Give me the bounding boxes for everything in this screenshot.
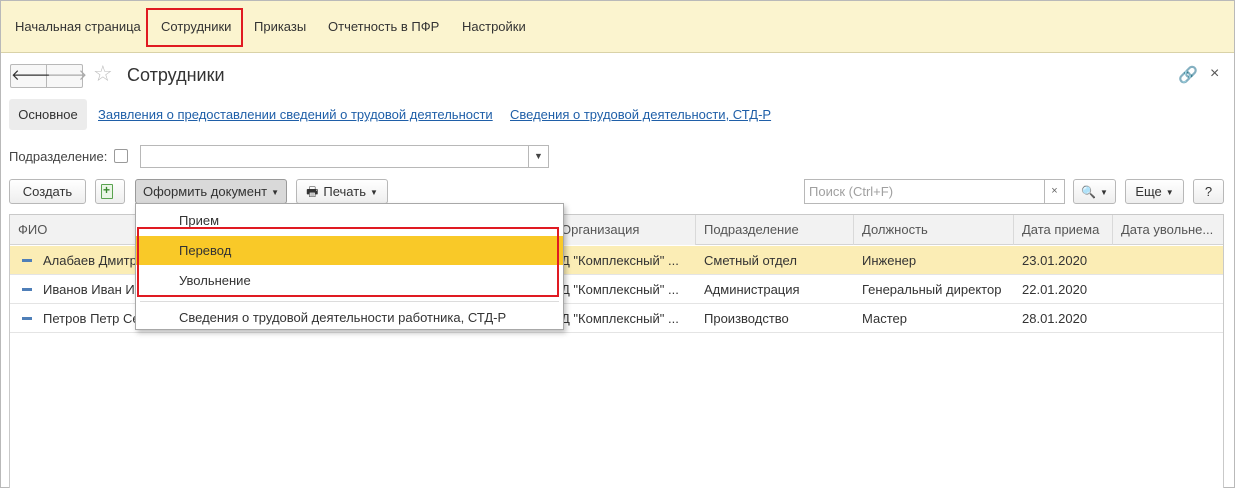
cell-position: Мастер [862, 311, 907, 326]
section-main[interactable]: Основное [9, 99, 87, 130]
department-filter-input[interactable] [140, 145, 529, 168]
cell-hire-date: 23.01.2020 [1022, 253, 1088, 268]
cell-fire-date [1113, 304, 1223, 333]
section-link-std-r[interactable]: Сведения о трудовой деятельности, СТД-Р [510, 107, 771, 122]
chevron-down-icon: ▼ [1165, 188, 1174, 197]
department-filter-checkbox[interactable] [114, 149, 128, 163]
make-document-label: Оформить документ [142, 184, 268, 199]
print-button[interactable]: 🖶 Печать ▼ [296, 179, 388, 204]
more-button[interactable]: Еще ▼ [1125, 179, 1184, 204]
cell-department: Администрация [704, 282, 800, 297]
make-document-button[interactable]: Оформить документ ▼ [135, 179, 287, 204]
cell-position: Генеральный директор [862, 282, 1002, 297]
section-link-applications[interactable]: Заявления о предоставлении сведений о тр… [98, 107, 493, 122]
chevron-down-icon: ▼ [1100, 188, 1108, 197]
menu-home[interactable]: Начальная страница [15, 19, 141, 34]
search-clear-icon[interactable]: × [1044, 179, 1065, 204]
search-input[interactable]: Поиск (Ctrl+F) [804, 179, 1045, 204]
cell-organization: Д "Комплексный" ... [561, 311, 679, 326]
column-hire-date[interactable]: Дата приема [1014, 215, 1113, 245]
menu-pfr-reports[interactable]: Отчетность в ПФР [328, 19, 439, 34]
search-icon: 🔍 [1081, 185, 1097, 199]
cell-organization: Д "Комплексный" ... [561, 253, 679, 268]
highlight-employees-tab [146, 8, 243, 47]
favorite-star-icon[interactable]: ☆ [93, 62, 113, 86]
cell-position: Инженер [862, 253, 917, 268]
close-icon[interactable]: × [1210, 65, 1219, 83]
printer-icon: 🖶 [306, 184, 319, 199]
column-fire-date[interactable]: Дата увольне... [1113, 215, 1223, 245]
highlight-transfer-dismissal [137, 227, 559, 297]
nav-buttons: 🡐 🡒 [10, 64, 87, 88]
chevron-down-icon: ▼ [271, 188, 280, 197]
menu-orders[interactable]: Приказы [254, 19, 306, 34]
department-dropdown-button[interactable]: ▼ [528, 145, 549, 168]
cell-fire-date [1113, 246, 1223, 275]
search-button[interactable]: 🔍 ▼ [1073, 179, 1116, 204]
create-button-label: Создать [22, 184, 73, 199]
forward-arrow-icon[interactable]: 🡒 [47, 65, 87, 87]
cell-department: Производство [704, 311, 789, 326]
employee-icon [22, 288, 32, 291]
menu-item-std-r[interactable]: Сведения о трудовой деятельности работни… [136, 303, 563, 332]
employee-icon [22, 259, 32, 262]
more-label: Еще [1135, 184, 1162, 199]
link-icon[interactable]: 🔗 [1178, 65, 1198, 85]
print-label: Печать [323, 184, 366, 199]
cell-hire-date: 22.01.2020 [1022, 282, 1088, 297]
help-icon: ? [1204, 184, 1213, 199]
cell-organization: Д "Комплексный" ... [561, 282, 679, 297]
add-document-icon [101, 183, 113, 199]
chevron-down-icon: ▼ [369, 188, 378, 197]
department-filter-label: Подразделение: [9, 149, 108, 164]
column-position[interactable]: Должность [854, 215, 1014, 245]
employee-icon [22, 317, 32, 320]
help-button[interactable]: ? [1193, 179, 1224, 204]
cell-fire-date [1113, 275, 1223, 304]
column-organization[interactable]: Организация [553, 215, 696, 245]
menu-separator [140, 301, 559, 302]
create-button[interactable]: Создать [9, 179, 86, 204]
column-department[interactable]: Подразделение [696, 215, 854, 245]
cell-department: Сметный отдел [704, 253, 797, 268]
cell-hire-date: 28.01.2020 [1022, 311, 1088, 326]
page-title: Сотрудники [127, 65, 225, 85]
back-arrow-icon[interactable]: 🡐 [11, 65, 51, 87]
menu-settings[interactable]: Настройки [462, 19, 526, 34]
